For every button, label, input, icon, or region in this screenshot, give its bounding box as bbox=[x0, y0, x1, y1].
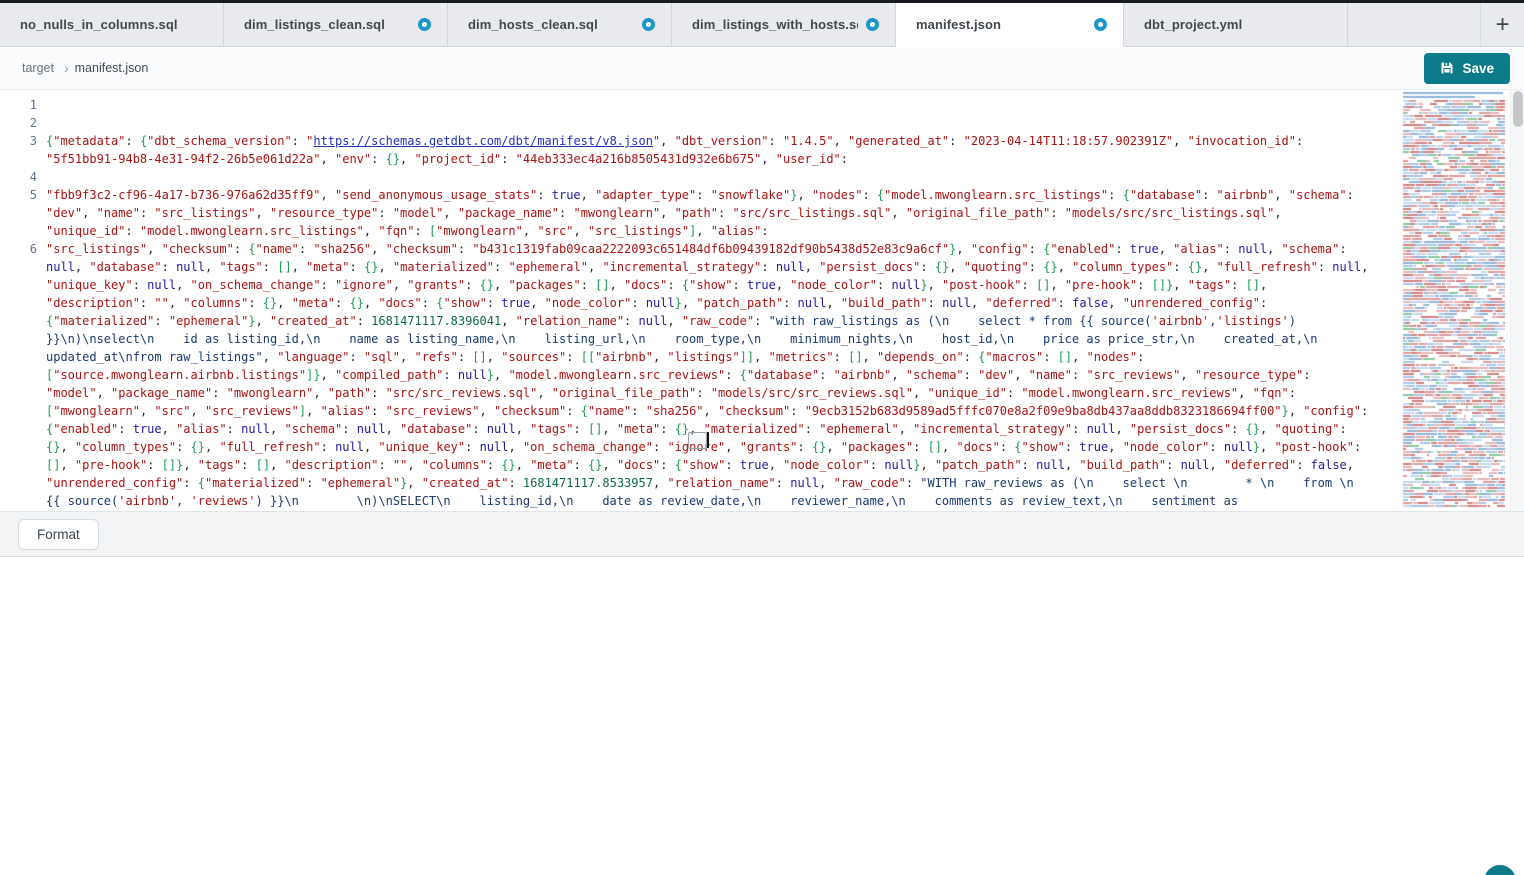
breadcrumb-folder[interactable]: target bbox=[22, 61, 54, 75]
line-number: 6 bbox=[0, 240, 46, 511]
unsaved-changes-dot[interactable] bbox=[418, 18, 431, 31]
file-tab-label: manifest.json bbox=[916, 17, 1001, 32]
matching-bracket-highlight bbox=[688, 432, 707, 449]
text-caret bbox=[707, 432, 709, 448]
dbt-ide-window: no_nulls_in_columns.sql dim_listings_cle… bbox=[0, 0, 1524, 875]
line-number: 4 bbox=[0, 168, 46, 186]
code-line: 6 "src_listings", "checksum": {"name": "… bbox=[0, 240, 1400, 511]
file-tab[interactable]: dim_listings_with_hosts.sql bbox=[672, 3, 896, 47]
chevron-right-icon: › bbox=[64, 60, 69, 76]
editor-footer-bar: Format bbox=[0, 511, 1524, 556]
new-tab-button[interactable]: + bbox=[1480, 3, 1524, 46]
file-tab[interactable]: dim_hosts_clean.sql bbox=[448, 3, 672, 47]
line-number: 5 bbox=[0, 186, 46, 240]
code-line: 2 bbox=[0, 114, 1400, 132]
file-tab[interactable]: dim_listings_clean.sql bbox=[224, 3, 448, 47]
code-editor[interactable]: 1 2 3 {"metadata": {"dbt_schema_version"… bbox=[0, 90, 1524, 511]
file-tab-label: dbt_project.yml bbox=[1144, 17, 1242, 32]
file-tab[interactable]: dbt_project.yml bbox=[1124, 3, 1348, 47]
save-button[interactable]: Save bbox=[1424, 53, 1510, 84]
code-line-text[interactable] bbox=[46, 96, 1400, 114]
code-line-text[interactable] bbox=[46, 114, 1400, 132]
code-line-text[interactable]: "fbb9f3c2-cf96-4a17-b736-976a62d35ff9", … bbox=[46, 186, 1400, 240]
file-tab-bar: no_nulls_in_columns.sql dim_listings_cle… bbox=[0, 3, 1524, 47]
file-tab-label: dim_hosts_clean.sql bbox=[468, 17, 598, 32]
breadcrumb-file[interactable]: manifest.json bbox=[75, 61, 149, 75]
line-number: 2 bbox=[0, 114, 46, 132]
plus-icon: + bbox=[1495, 11, 1509, 39]
unsaved-changes-dot[interactable] bbox=[866, 18, 879, 31]
unsaved-changes-dot[interactable] bbox=[642, 18, 655, 31]
unsaved-changes-dot[interactable] bbox=[1094, 18, 1107, 31]
file-tab[interactable]: no_nulls_in_columns.sql bbox=[0, 3, 224, 47]
code-line-text[interactable]: "src_listings", "checksum": {"name": "sh… bbox=[46, 240, 1400, 511]
code-line-text[interactable] bbox=[46, 168, 1400, 186]
file-tab-label: dim_listings_with_hosts.sql bbox=[692, 17, 858, 32]
scrollbar-thumb[interactable] bbox=[1513, 91, 1523, 127]
line-number: 1 bbox=[0, 96, 46, 114]
vertical-scrollbar[interactable] bbox=[1510, 90, 1524, 511]
floppy-disk-icon bbox=[1440, 61, 1454, 75]
tab-bar-filler: + bbox=[1348, 3, 1524, 47]
code-line: 4 bbox=[0, 168, 1400, 186]
code-line: 3 {"metadata": {"dbt_schema_version": "h… bbox=[0, 132, 1400, 168]
code-line-text[interactable]: {"metadata": {"dbt_schema_version": "htt… bbox=[46, 132, 1400, 168]
file-tab-label: no_nulls_in_columns.sql bbox=[20, 17, 178, 32]
file-tab[interactable]: manifest.json bbox=[896, 3, 1124, 47]
help-chat-bubble-button[interactable] bbox=[1484, 865, 1516, 875]
results-panel-empty bbox=[0, 556, 1524, 875]
format-button[interactable]: Format bbox=[18, 519, 99, 550]
code-line: 1 bbox=[0, 96, 1400, 114]
line-number: 3 bbox=[0, 132, 46, 168]
editor-minimap[interactable] bbox=[1400, 90, 1510, 511]
file-tab-label: dim_listings_clean.sql bbox=[244, 17, 385, 32]
breadcrumb-bar: target › manifest.json Save bbox=[0, 47, 1524, 90]
code-line: 5 "fbb9f3c2-cf96-4a17-b736-976a62d35ff9"… bbox=[0, 186, 1400, 240]
save-button-label: Save bbox=[1462, 61, 1494, 76]
